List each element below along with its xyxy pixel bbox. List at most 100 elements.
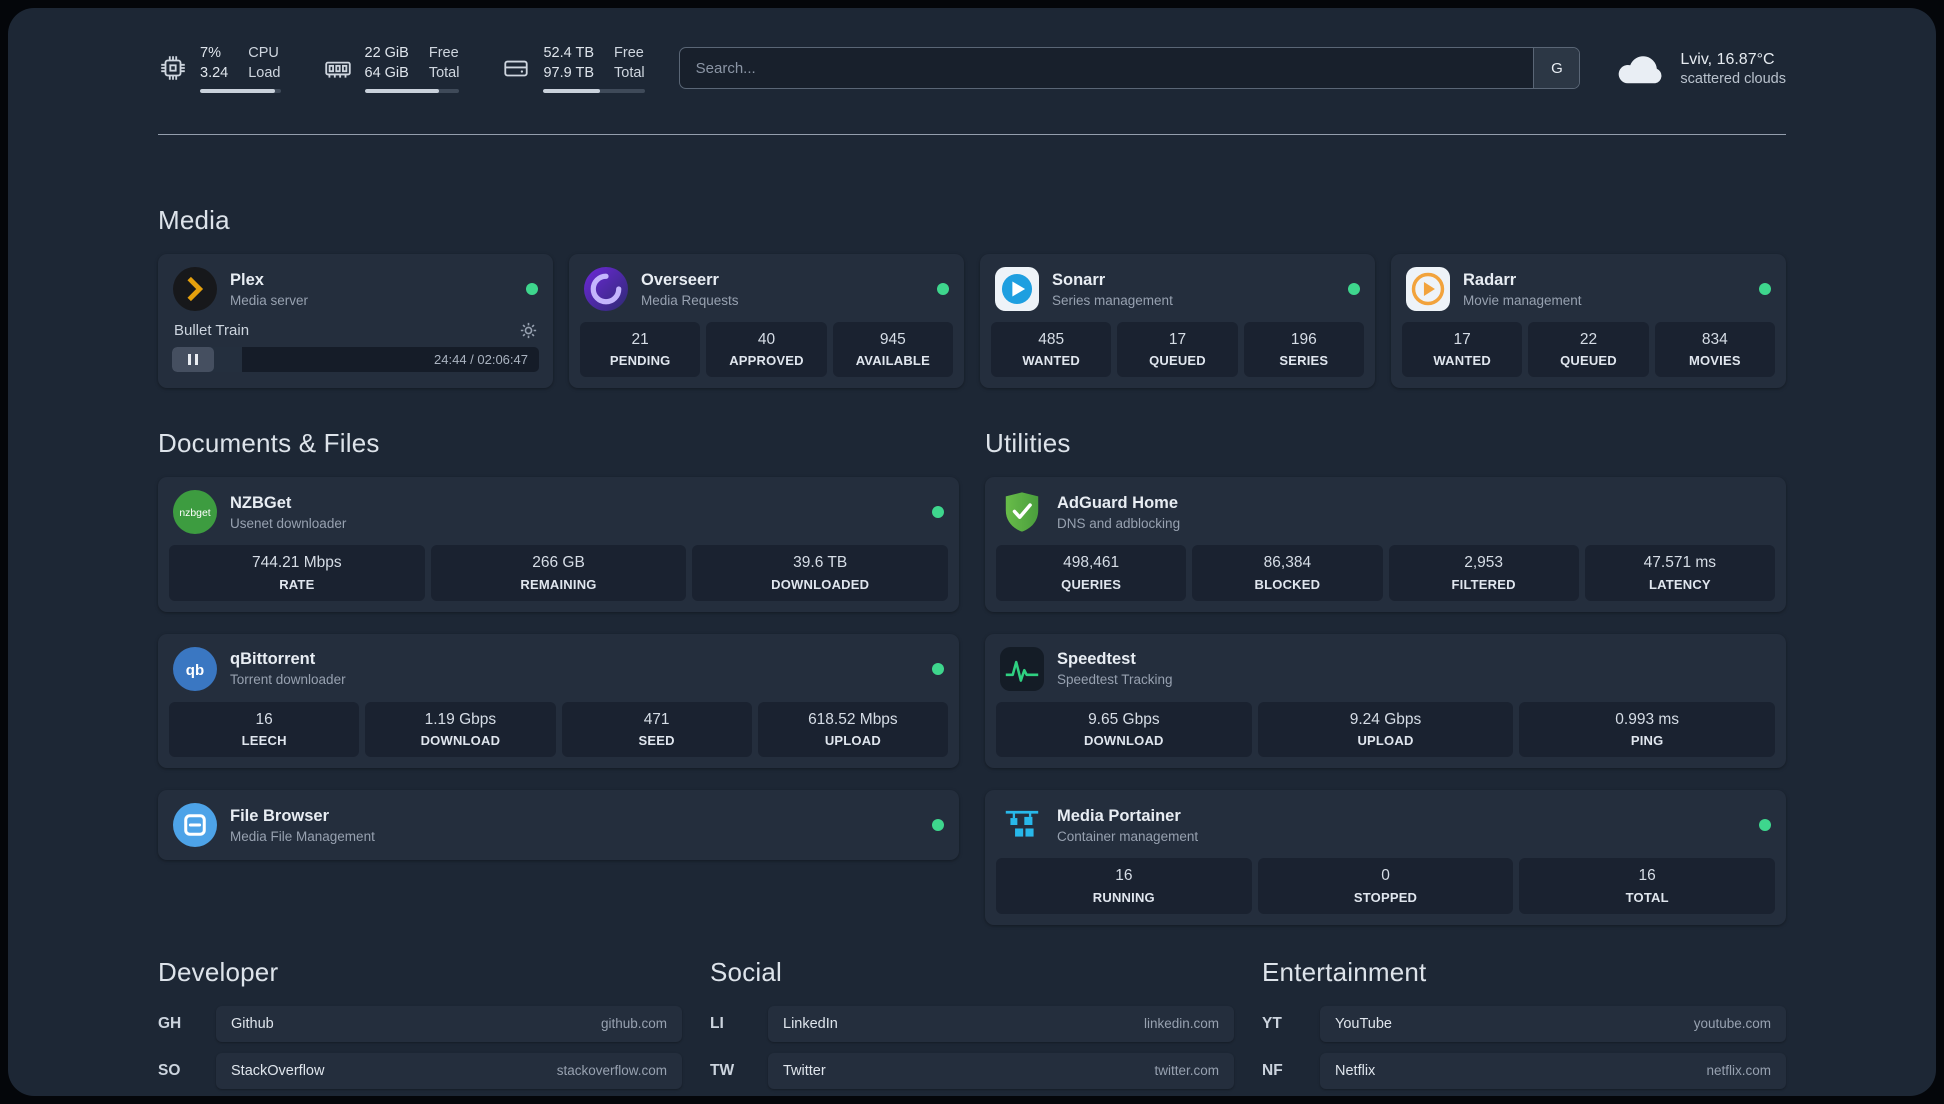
stat-value: 40 [757, 331, 776, 348]
service-description: Usenet downloader [230, 515, 347, 531]
nzbget-icon: nzbget [173, 490, 217, 535]
stat-value: 266 GB [532, 554, 585, 572]
disk-free-label: Free [614, 45, 644, 62]
sonarr-service-link[interactable]: Sonarr Series management [991, 265, 1364, 322]
radarr-service-link[interactable]: Radarr Movie management [1402, 265, 1775, 322]
pause-button[interactable] [172, 347, 214, 372]
qbittorrent-service-link[interactable]: qb qBittorrent Torrent downloader [169, 645, 948, 702]
stat-value: 618.52 Mbps [808, 710, 898, 728]
service-description: Media Requests [641, 292, 739, 308]
divider [158, 134, 1786, 135]
radarr-icon [1406, 267, 1450, 311]
disk-progress-bar [543, 89, 645, 93]
bookmark-netflix[interactable]: Netflix netflix.com [1320, 1052, 1786, 1089]
memory-widget: 22 GiB 64 GiB Free Total [323, 43, 460, 93]
stat-label: LEECH [241, 733, 287, 749]
status-dot [932, 819, 944, 832]
service-card-nzbget: nzbget NZBGet Usenet downloader 744.21 M… [158, 477, 959, 612]
qbittorrent-icon: qb [173, 646, 217, 691]
bookmark-github[interactable]: Github github.com [216, 1005, 682, 1042]
section-utilities: Utilities AdGuard Home DNS and adblockin… [985, 428, 1786, 925]
cpu-load-label: Load [248, 65, 281, 82]
bookmark-stackoverflow[interactable]: StackOverflow stackoverflow.com [216, 1052, 682, 1089]
service-card-plex: Plex Media server Bullet Train 24:44 / 0… [158, 254, 553, 389]
disk-total-label: Total [614, 65, 645, 82]
resource-widgets: 7% 3.24 CPU Load 22 GiB 64 GiB Free Tota… [158, 43, 645, 93]
weather-location: Lviv, 16.87°C [1680, 51, 1775, 69]
stat-label: QUEUED [1149, 353, 1206, 369]
section-title-developer: Developer [158, 956, 279, 987]
player-progress-bar[interactable]: 24:44 / 02:06:47 [172, 347, 539, 372]
stat-label: BLOCKED [1254, 576, 1321, 592]
stat-value: 9.24 Gbps [1349, 710, 1422, 728]
status-dot [1348, 283, 1360, 295]
service-description: Media File Management [230, 828, 375, 844]
stat-label: APPROVED [729, 353, 804, 369]
stat-label: LATENCY [1648, 576, 1711, 592]
cpu-usage-value: 7% [200, 45, 221, 62]
sonarr-icon [995, 267, 1039, 311]
service-card-speedtest: Speedtest Speedtest Tracking 9.65 Gbps D… [985, 633, 1786, 769]
service-card-overseerr: Overseerr Media Requests 21 PENDING 40 A… [569, 254, 964, 389]
bookmark-row: GH Github github.com [158, 1005, 682, 1042]
stat-label: QUERIES [1061, 576, 1122, 592]
bookmark-linkedin[interactable]: LinkedIn linkedin.com [768, 1005, 1234, 1042]
bookmark-url: youtube.com [1693, 1016, 1771, 1031]
disk-free-value: 52.4 TB [543, 45, 595, 62]
plex-service-link[interactable]: Plex Media server [169, 265, 542, 322]
stat-label: MOVIES [1688, 353, 1741, 369]
bookmark-url: github.com [600, 1016, 667, 1031]
stat-value: 16 [255, 710, 273, 728]
stat-pending: 21 PENDING [580, 322, 701, 378]
stat-stopped: 0 STOPPED [1257, 858, 1514, 914]
stat-queued: 17 QUEUED [1117, 322, 1238, 378]
topbar: 7% 3.24 CPU Load 22 GiB 64 GiB Free Tota… [158, 42, 1786, 94]
bookmark-abbr: GH [158, 1014, 182, 1032]
section-title-entertainment: Entertainment [1262, 956, 1427, 987]
memory-icon [323, 53, 353, 83]
gear-icon[interactable] [520, 322, 537, 339]
service-name: Sonarr [1052, 270, 1106, 289]
bookmark-group-developer: Developer GH Github github.com SO StackO… [158, 957, 682, 1097]
adguard-service-link[interactable]: AdGuard Home DNS and adblocking [996, 488, 1775, 545]
bookmark-twitter[interactable]: Twitter twitter.com [768, 1052, 1234, 1089]
cpu-label: CPU [248, 45, 279, 62]
bookmark-url: twitter.com [1154, 1063, 1219, 1078]
stat-running: 16 RUNNING [996, 858, 1252, 914]
cpu-progress-bar [200, 89, 281, 93]
stat-label: QUEUED [1560, 353, 1617, 369]
status-dot [1759, 283, 1771, 295]
stat-value: 744.21 Mbps [252, 554, 342, 572]
bookmark-youtube[interactable]: YouTube youtube.com [1320, 1005, 1786, 1042]
stat-label: DOWNLOADED [771, 576, 870, 592]
service-description: Torrent downloader [230, 672, 346, 688]
speedtest-service-link[interactable]: Speedtest Speedtest Tracking [996, 645, 1775, 702]
portainer-service-link[interactable]: Media Portainer Container management [996, 801, 1775, 858]
service-name: AdGuard Home [1057, 493, 1179, 512]
bookmark-name: StackOverflow [231, 1062, 325, 1079]
search-provider-button[interactable]: G [1533, 48, 1580, 88]
stat-value: 16 [1115, 867, 1133, 885]
service-card-portainer: Media Portainer Container management 16 … [985, 790, 1786, 925]
stat-rate: 744.21 Mbps RATE [169, 545, 425, 601]
stat-latency: 47.571 ms LATENCY [1584, 545, 1775, 601]
svg-text:qb: qb [186, 662, 204, 679]
bookmark-name: LinkedIn [783, 1015, 838, 1032]
overseerr-icon [584, 267, 628, 311]
disk-icon [501, 53, 531, 83]
cpu-load-value: 3.24 [200, 65, 229, 82]
filebrowser-service-link[interactable]: File Browser Media File Management [169, 801, 948, 849]
stat-label: RUNNING [1092, 889, 1155, 905]
weather-condition: scattered clouds [1680, 70, 1786, 87]
stat-download: 1.19 Gbps DOWNLOAD [365, 701, 556, 758]
stat-label: RATE [279, 576, 315, 592]
nzbget-service-link[interactable]: nzbget NZBGet Usenet downloader [169, 488, 948, 545]
stat-value: 485 [1038, 331, 1065, 348]
overseerr-service-link[interactable]: Overseerr Media Requests [580, 265, 953, 322]
speedtest-icon [1000, 646, 1044, 691]
bookmark-abbr: LI [710, 1014, 724, 1032]
section-title-utilities: Utilities [985, 428, 1071, 459]
section-title-documents: Documents & Files [158, 428, 380, 459]
search-input[interactable] [678, 47, 1581, 89]
svg-text:nzbget: nzbget [179, 508, 210, 519]
